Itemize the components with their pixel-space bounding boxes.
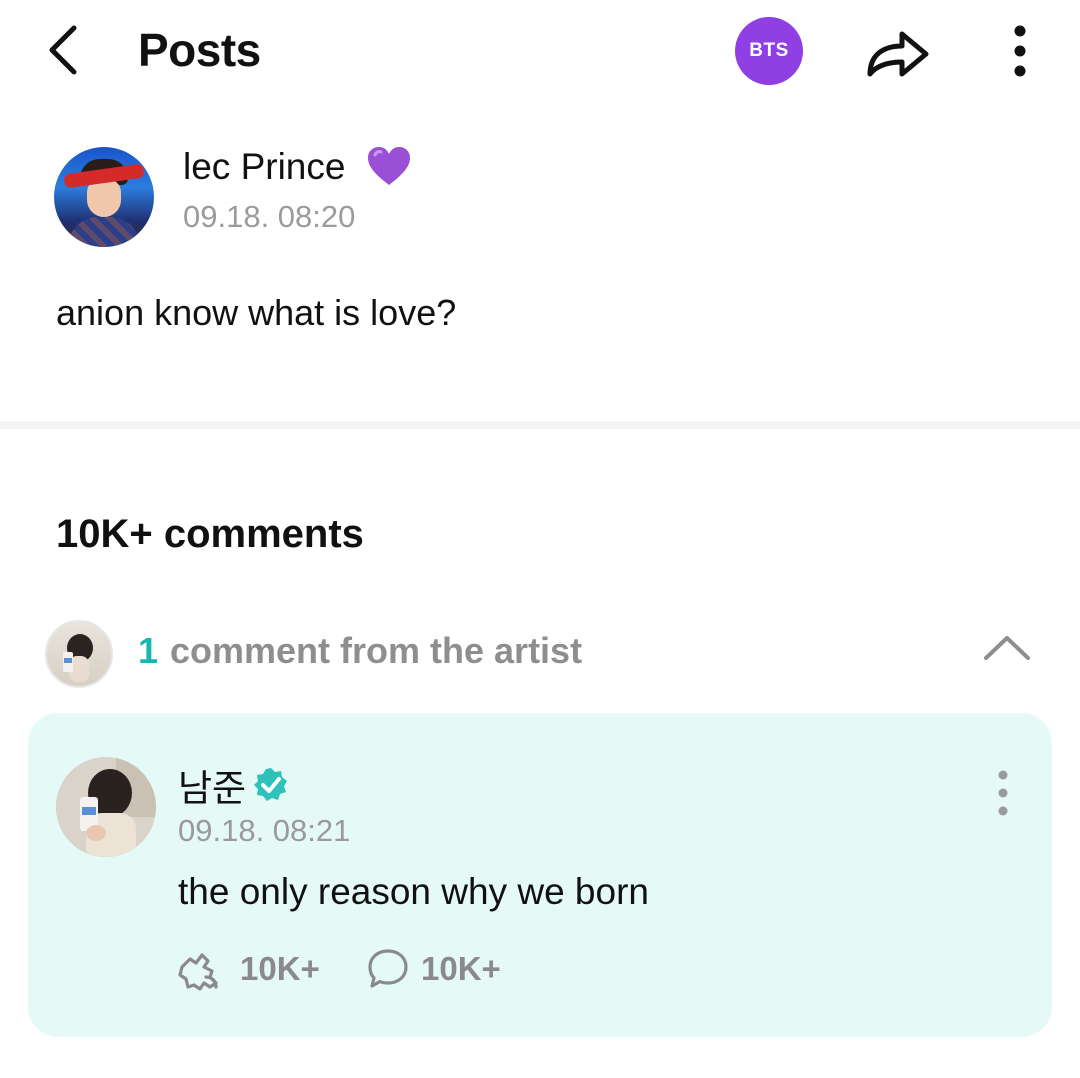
comment-body-text: the only reason why we born bbox=[178, 871, 649, 912]
speech-bubble-icon bbox=[368, 949, 408, 988]
purple-heart-icon bbox=[368, 147, 410, 185]
post-author-avatar[interactable] bbox=[54, 147, 154, 247]
section-divider bbox=[0, 421, 1080, 429]
comment-more-button[interactable] bbox=[986, 766, 1020, 822]
vertical-dots-icon bbox=[1014, 25, 1026, 77]
collapse-artist-comments-button[interactable] bbox=[980, 626, 1034, 672]
verified-badge-icon bbox=[254, 768, 287, 801]
reply-count: 10K+ bbox=[421, 950, 501, 987]
comment-author-name[interactable]: 남준 bbox=[178, 766, 246, 812]
artist-comment-label[interactable]: comment from the artist bbox=[170, 628, 582, 674]
vertical-dots-icon bbox=[998, 770, 1008, 816]
reply-button[interactable] bbox=[366, 947, 410, 991]
like-button[interactable] bbox=[176, 947, 226, 993]
comments-count-heading: 10K+ comments bbox=[56, 512, 364, 556]
post-timestamp: 09.18. 08:20 bbox=[183, 199, 356, 234]
post-author-name[interactable]: lec Prince bbox=[183, 144, 345, 190]
like-count: 10K+ bbox=[240, 950, 320, 987]
comment-timestamp: 09.18. 08:21 bbox=[178, 813, 351, 848]
chevron-up-icon bbox=[984, 636, 1030, 660]
comment-author-avatar[interactable] bbox=[56, 757, 156, 857]
post-body-text: anion know what is love? bbox=[56, 292, 457, 333]
more-options-button[interactable] bbox=[1000, 20, 1040, 82]
like-hand-icon bbox=[178, 953, 218, 991]
chevron-left-icon bbox=[49, 25, 77, 75]
share-button[interactable] bbox=[862, 20, 934, 84]
artist-avatar-thumb[interactable] bbox=[45, 620, 113, 688]
artist-comment-count: 1 bbox=[138, 630, 159, 671]
community-badge[interactable]: BTS bbox=[735, 17, 803, 85]
page-title: Posts bbox=[138, 24, 261, 76]
back-button[interactable] bbox=[40, 22, 96, 78]
share-arrow-icon bbox=[867, 31, 929, 77]
